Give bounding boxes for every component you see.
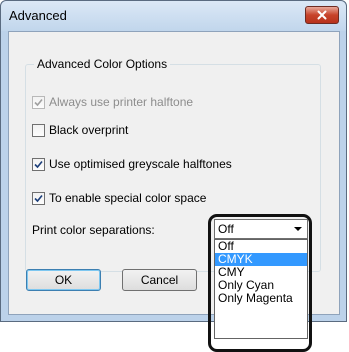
- black-overprint-option[interactable]: Black overprint: [32, 123, 128, 137]
- optimised-greyscale-label: Use optimised greyscale halftones: [49, 157, 232, 171]
- separations-dropdown-list: Off CMYK CMY Only Cyan Only Magenta: [214, 239, 308, 339]
- black-overprint-label: Black overprint: [49, 123, 129, 137]
- special-color-space-option[interactable]: To enable special color space: [32, 191, 206, 205]
- print-color-separations-label: Print color separations:: [32, 223, 155, 237]
- select-current-value: Off: [218, 222, 234, 236]
- cancel-button[interactable]: Cancel: [122, 269, 197, 291]
- checkmark-icon: [34, 98, 43, 106]
- always-use-printer-halftone-checkbox: [32, 95, 45, 109]
- checkmark-icon: [34, 160, 43, 168]
- optimised-greyscale-option[interactable]: Use optimised greyscale halftones: [32, 157, 232, 171]
- close-button[interactable]: [305, 6, 339, 24]
- dropdown-option-only-magenta[interactable]: Only Magenta: [215, 292, 307, 305]
- dialog-body: Advanced Color Options Always use printe…: [8, 31, 340, 352]
- always-use-printer-halftone-option: Always use printer halftone: [32, 95, 193, 109]
- window-title: Advanced: [9, 8, 67, 23]
- always-use-printer-halftone-label: Always use printer halftone: [49, 95, 194, 109]
- close-icon: [317, 10, 327, 20]
- black-overprint-checkbox[interactable]: [32, 123, 45, 137]
- ok-button[interactable]: OK: [26, 269, 101, 291]
- print-color-separations-select[interactable]: Off: [214, 219, 308, 239]
- advanced-dialog: Advanced Advanced Color Options Always u…: [0, 0, 347, 352]
- optimised-greyscale-checkbox[interactable]: [32, 157, 45, 171]
- chevron-down-icon[interactable]: [294, 227, 302, 231]
- title-bar: Advanced: [1, 1, 346, 31]
- special-color-space-checkbox[interactable]: [32, 191, 45, 205]
- checkmark-icon: [34, 194, 43, 202]
- group-title: Advanced Color Options: [34, 57, 171, 71]
- special-color-space-label: To enable special color space: [49, 191, 207, 205]
